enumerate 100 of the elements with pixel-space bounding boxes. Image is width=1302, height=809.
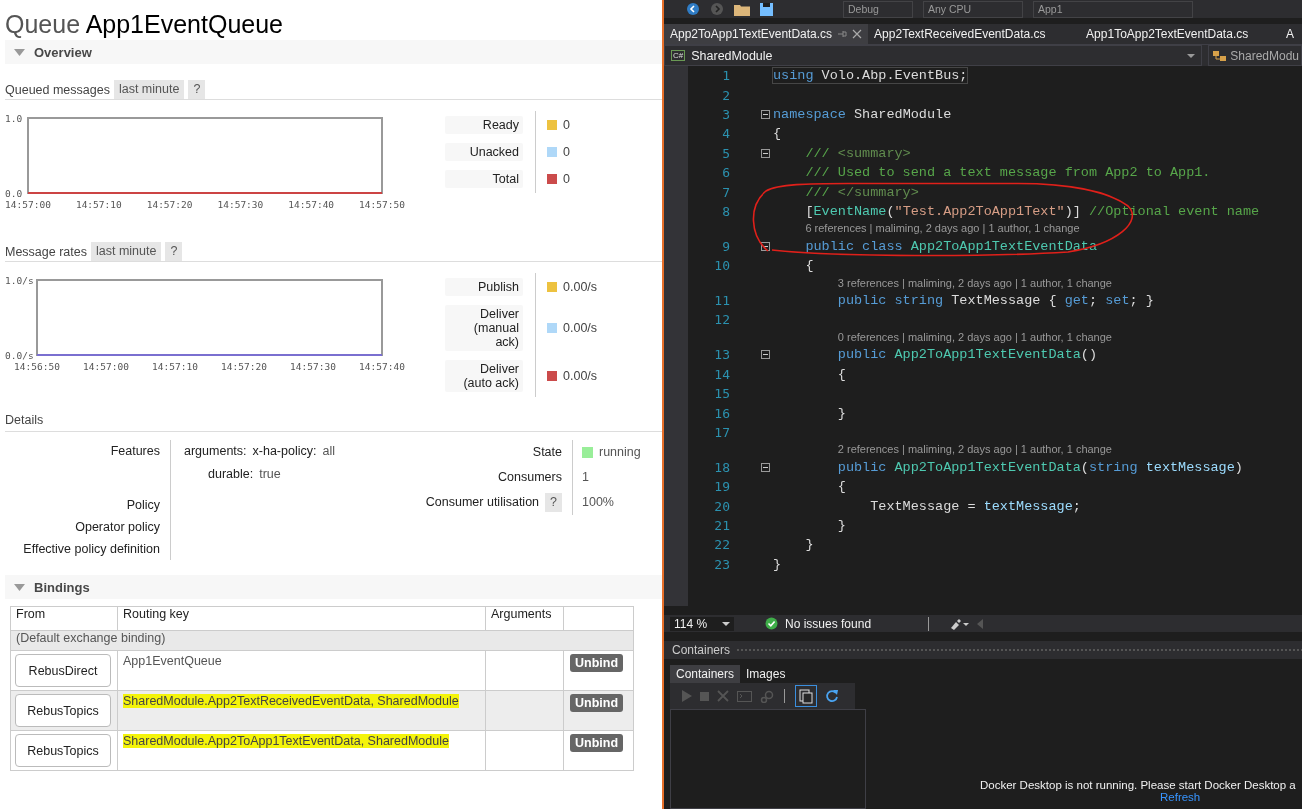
code-lens[interactable]: 3 references | maliming, 2 days ago | 1 author, 1 change [837,276,1112,289]
brush-icon[interactable] [950,617,971,630]
line-number: 17 [714,424,730,440]
x-tick-label: 14:57:20 [146,199,193,210]
x-tick-label: 14:57:40 [288,199,335,210]
file-tab[interactable]: App1ToApp2TextEventData.cs [1080,24,1281,44]
line-number: 6 [722,165,730,181]
line-number: 2 [722,87,730,103]
line-number: 12 [714,312,730,328]
routing-key: SharedModule.App2ToApp1TextEventData, SharedModule [123,734,449,748]
x-tick-label: 14:57:40 [359,361,405,372]
legend-value: 0.00/s [563,321,598,335]
file-tab[interactable]: App2TextReceivedEventData.cs [868,24,1081,44]
project-dropdown[interactable]: C# SharedModule [664,45,1203,66]
code-line: public App2ToApp1TextEventData(string textMessage) [836,459,1243,475]
class-icon [1213,49,1228,62]
y-tick-label: 1.0/s [5,275,34,286]
exchange-button[interactable]: RebusTopics [15,694,111,727]
x-tick-label: 14:57:00 [5,199,51,210]
toolbar-dropdown[interactable]: Any CPU [923,0,1023,18]
code-line: } [836,405,846,421]
detail-label: Consumers [498,469,562,486]
page-title: Queue App1EventQueue [4,9,284,39]
collapse-icon[interactable] [761,462,770,472]
back-icon[interactable] [686,2,700,16]
detail-value: running [599,444,641,461]
x-tick-label: 14:57:30 [290,361,336,372]
code-line: { [804,258,814,274]
collapse-icon[interactable] [761,109,770,119]
range-selector[interactable]: last minute [113,80,185,99]
save-icon[interactable] [760,2,773,16]
issues-status[interactable]: No issues found [785,616,872,631]
x-tick-label: 14:56:50 [14,361,60,372]
toolbar-dropdown[interactable]: Debug [843,0,913,18]
line-number: 5 [722,145,730,161]
code-line: /// </summary> [804,184,919,200]
routing-key: SharedModule.App2TextReceivedEventData, SharedModule [123,694,459,708]
code-line: public string TextMessage { get; set; } [836,293,1154,309]
code-line: TextMessage = textMessage; [869,498,1081,514]
exchange-button[interactable]: RebusTopics [15,734,111,767]
legend-label: Ready [445,116,523,134]
code-line: namespace SharedModule [773,106,952,122]
exchange-button[interactable]: RebusDirect [15,654,111,687]
detail-label: Consumer utilisation [425,494,540,511]
collapse-icon[interactable] [761,350,770,360]
code-lens[interactable]: 2 references | maliming, 2 days ago | 1 author, 1 change [837,443,1112,456]
code-line: { [836,479,846,495]
unbind-button[interactable]: Unbind [570,694,624,712]
range-selector[interactable]: last minute [91,242,162,261]
line-number: 22 [714,537,730,553]
refresh-link[interactable]: Refresh [1160,791,1201,803]
code-line: } [836,518,846,533]
y-tick-label: 0.0/s [5,350,34,361]
docker-message: Docker Desktop is not running. Please start Docker Desktop a [980,779,1296,791]
file-tab[interactable]: App2ToApp1TextEventData.cs [664,24,869,44]
help-button[interactable]: ? [188,80,206,99]
refresh-icon[interactable] [825,689,839,703]
line-number: 3 [722,106,730,122]
help-button[interactable]: ? [165,242,183,261]
line-number: 13 [714,347,730,363]
code-lens[interactable]: 0 references | maliming, 2 days ago | 1 author, 1 change [837,330,1112,343]
unbind-button[interactable]: Unbind [570,734,624,752]
line-number: 7 [722,184,730,200]
detail-label: Operator policy [75,520,160,534]
copy-icon[interactable] [795,685,817,707]
file-tab[interactable]: A [1280,24,1301,44]
unbind-button[interactable]: Unbind [570,654,624,672]
section-header[interactable]: Bindings [5,575,662,599]
line-number: 8 [722,203,730,219]
code-line: } [773,556,782,572]
caret-icon [14,48,25,56]
code-line: { [773,126,782,142]
folder-icon[interactable] [734,2,750,16]
panel-tab[interactable]: Containers [670,665,741,683]
close-icon[interactable] [852,29,863,39]
help-button[interactable]: ? [545,493,562,512]
collapse-icon[interactable] [761,148,770,158]
legend-label: Deliver (manual ack) [445,305,523,351]
toolbar-dropdown[interactable]: App1 [1033,0,1193,18]
legend-value: 0 [563,145,570,159]
zoom-dropdown[interactable]: 114 % [670,616,734,631]
feature-value: all [322,443,335,460]
code-lens[interactable]: 6 references | maliming, 2 days ago | 1 author, 1 change [805,222,1080,235]
feature-value: true [259,466,281,483]
code-line: public App2ToApp1TextEventData() [836,347,1098,363]
line-number: 14 [714,366,730,382]
feature-key: x-ha-policy: [252,440,317,463]
detail-label: Effective policy definition [23,542,160,556]
member-dropdown[interactable]: SharedModu [1208,45,1302,66]
code-line: using Volo.Abp.EventBus; [773,68,968,84]
x-tick-label: 14:57:10 [152,361,198,372]
section-header[interactable]: Overview [5,40,662,64]
detail-value: 1 [582,469,589,486]
feature-key: durable: [208,463,254,486]
panel-tab[interactable]: Images [740,665,792,683]
collapse-icon[interactable] [761,241,770,251]
x-tick-label: 14:57:10 [75,199,122,210]
line-number: 21 [714,518,730,533]
legend-label: Deliver (auto ack) [445,360,523,392]
code-line: public class App2ToApp1TextEventData [804,238,1098,254]
